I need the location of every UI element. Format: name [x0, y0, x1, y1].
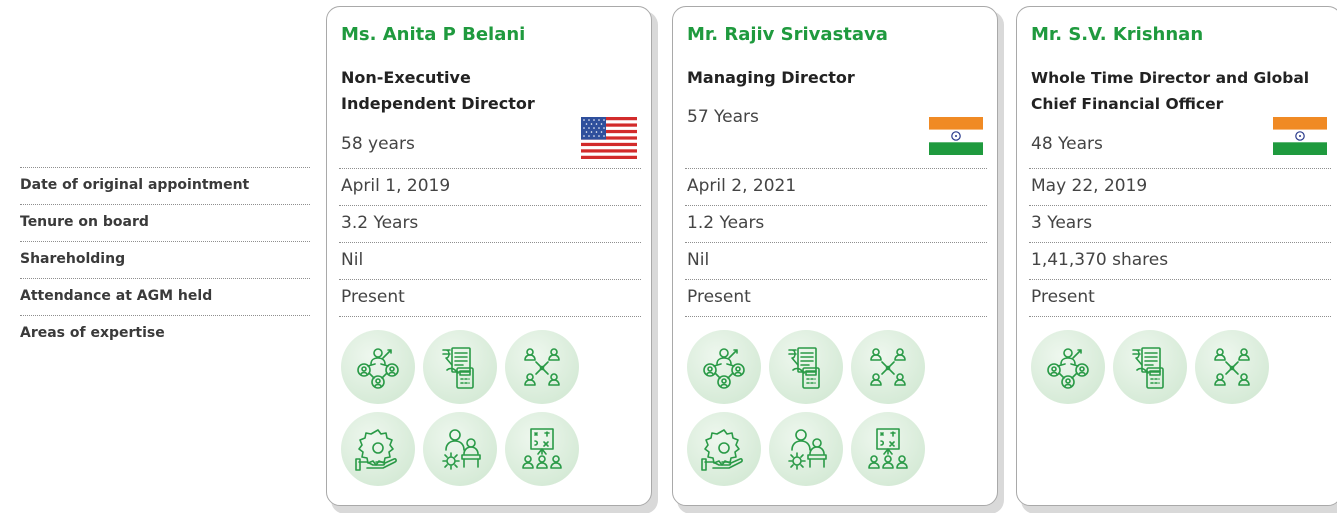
label-shareholding: Shareholding [20, 241, 310, 278]
label-appointment: Date of original appointment [20, 167, 310, 204]
director-card-1: Ms. Anita P Belani Non-Executive Indepen… [326, 6, 658, 513]
operations-gear-icon [687, 412, 761, 486]
director-card-2: Mr. Rajiv Srivastava Managing Director 5… [672, 6, 1004, 513]
usa-flag-icon [581, 117, 637, 159]
appointment-value: April 1, 2019 [339, 168, 641, 205]
network-icon [851, 330, 925, 404]
leadership-icon [687, 330, 761, 404]
attendance-value: Present [1029, 279, 1331, 316]
row-labels: Date of original appointment Tenure on b… [0, 0, 310, 513]
finance-calculator-icon [423, 330, 497, 404]
director-name: Ms. Anita P Belani [341, 24, 526, 45]
attendance-value: Present [685, 279, 987, 316]
row-divider [685, 316, 987, 317]
director-role: Non-Executive Independent Director [341, 68, 535, 113]
director-role: Whole Time Director and Global Chief Fin… [1031, 69, 1310, 113]
leadership-icon [1031, 330, 1105, 404]
shareholding-value: Nil [685, 242, 987, 279]
appointment-value: April 2, 2021 [685, 168, 987, 205]
shareholding-value: 1,41,370 shares [1029, 242, 1331, 279]
finance-calculator-icon [769, 330, 843, 404]
strategy-board-icon [505, 412, 579, 486]
network-icon [1195, 330, 1269, 404]
tenure-value: 3 Years [1029, 205, 1331, 242]
strategy-board-icon [851, 412, 925, 486]
director-age: 58 years [341, 134, 415, 154]
row-divider [339, 316, 641, 317]
shareholding-value: Nil [339, 242, 641, 279]
label-attendance: Attendance at AGM held [20, 278, 310, 315]
governance-meeting-icon [423, 412, 497, 486]
director-name: Mr. S.V. Krishnan [1031, 24, 1204, 45]
label-tenure: Tenure on board [20, 204, 310, 241]
attendance-value: Present [339, 279, 641, 316]
director-role: Managing Director [687, 68, 855, 87]
director-age: 48 Years [1031, 134, 1103, 154]
india-flag-icon [1273, 117, 1327, 155]
director-age: 57 Years [687, 107, 759, 127]
label-expertise: Areas of expertise [20, 315, 310, 352]
tenure-value: 3.2 Years [339, 205, 641, 242]
tenure-value: 1.2 Years [685, 205, 987, 242]
network-icon [505, 330, 579, 404]
governance-meeting-icon [769, 412, 843, 486]
finance-calculator-icon [1113, 330, 1187, 404]
director-name: Mr. Rajiv Srivastava [687, 24, 888, 45]
india-flag-icon [929, 117, 983, 155]
director-card-3: Mr. S.V. Krishnan Whole Time Director an… [1016, 6, 1337, 513]
leadership-icon [341, 330, 415, 404]
row-divider [1029, 316, 1331, 317]
operations-gear-icon [341, 412, 415, 486]
appointment-value: May 22, 2019 [1029, 168, 1331, 205]
